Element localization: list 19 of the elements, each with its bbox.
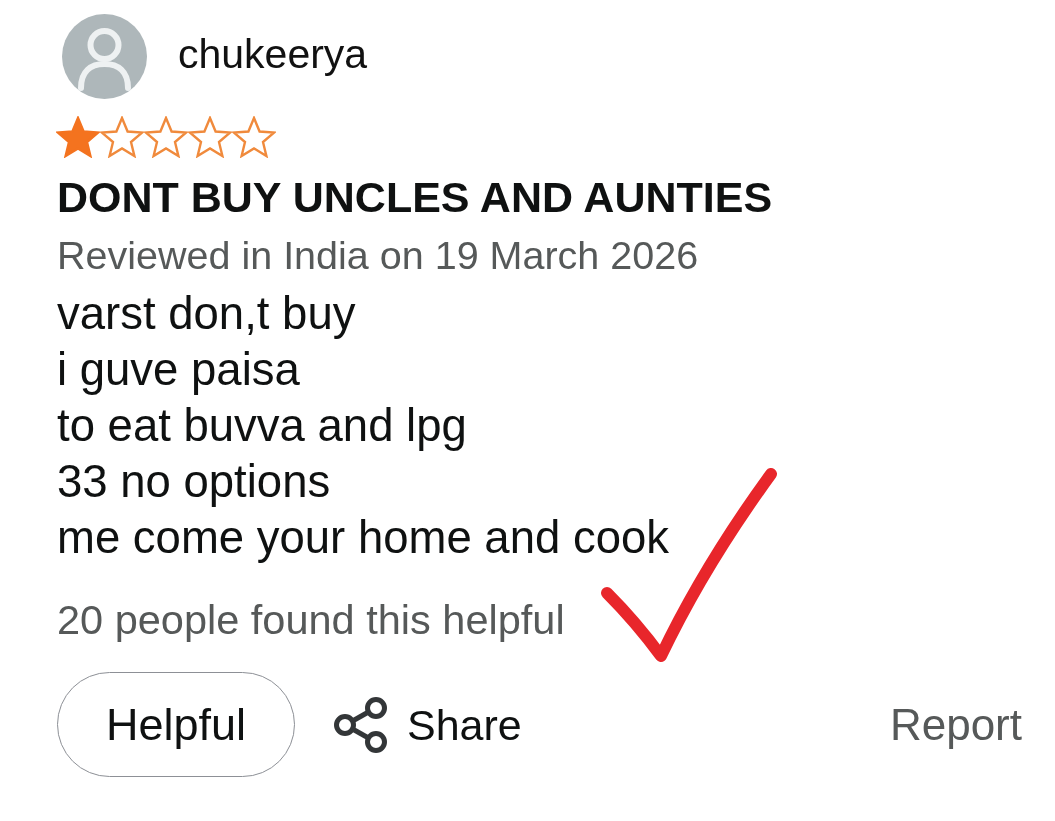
star-icon [232, 116, 276, 158]
star-icon [100, 116, 144, 158]
star-icon [188, 116, 232, 158]
avatar-icon [62, 14, 147, 99]
share-icon [333, 695, 389, 754]
report-link[interactable]: Report [889, 699, 1022, 750]
share-button[interactable]: Share [333, 695, 522, 754]
review-text-line: varst don,t buy [57, 287, 356, 341]
review-date: Reviewed in India on 19 March 2026 [57, 232, 699, 279]
review-text-line: 33 no options [57, 455, 331, 509]
review-text-line: i guve paisa [57, 343, 300, 397]
star-icon [144, 116, 188, 158]
reviewer-name: chukeerya [178, 29, 368, 78]
review-text-line: to eat buvva and lpg [57, 399, 467, 453]
helpful-button[interactable]: Helpful [57, 672, 295, 777]
review-text-line: me come your home and cook [57, 511, 670, 565]
helpful-count: 20 people found this helpful [57, 596, 565, 644]
review-title: DONT BUY UNCLES AND AUNTIES [57, 172, 773, 222]
star-icon [56, 116, 100, 158]
